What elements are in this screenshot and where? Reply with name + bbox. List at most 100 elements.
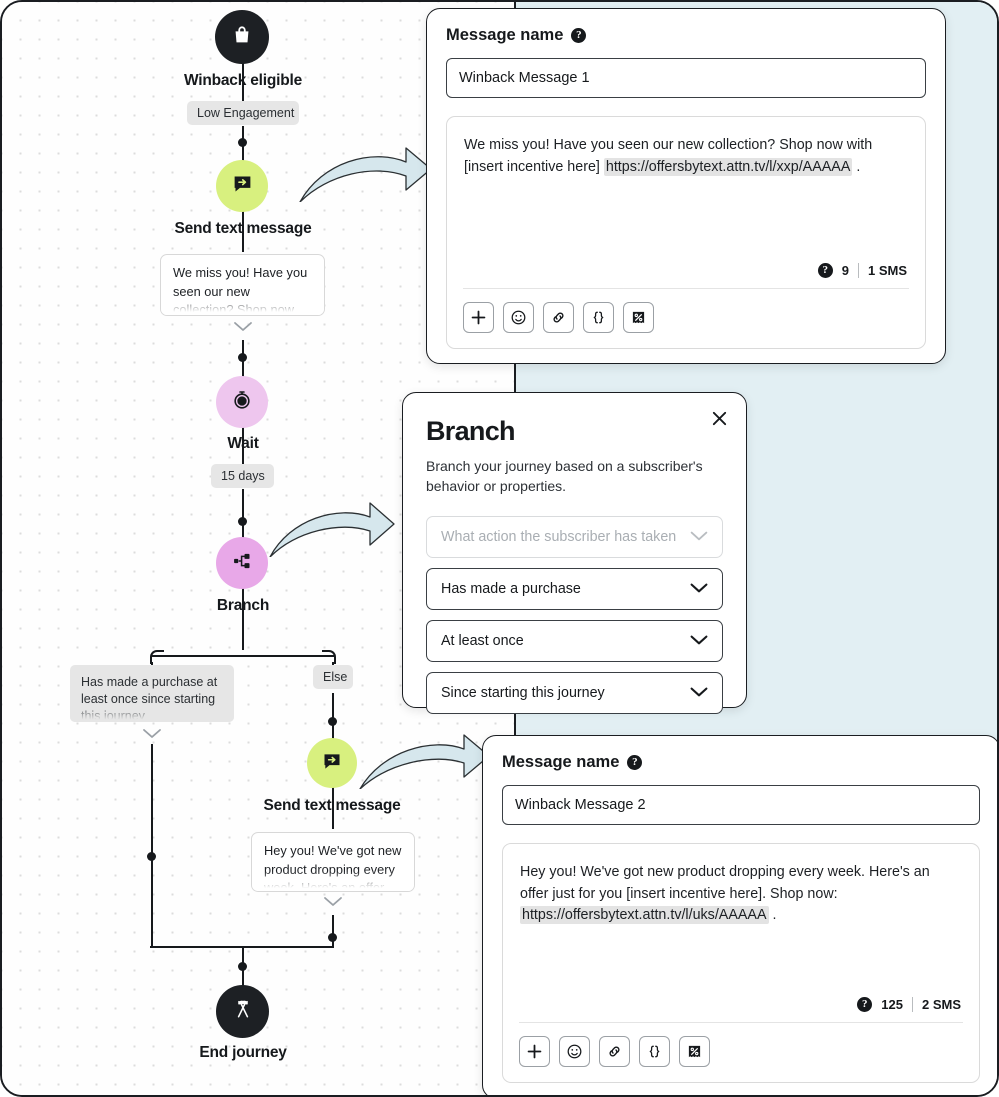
- shopping-bag-icon: [231, 24, 253, 51]
- stopwatch-icon: [232, 390, 252, 415]
- message-1-toolbar: [447, 289, 925, 348]
- chevron-down-icon: [690, 581, 708, 597]
- connector-line: [150, 744, 154, 948]
- connector-dot: [328, 933, 337, 942]
- node-send-text-message-1[interactable]: [216, 160, 268, 212]
- connector-dot: [328, 717, 337, 726]
- connector-dot: [238, 962, 247, 971]
- chevron-down-icon: [690, 633, 708, 649]
- expand-preview-1-chevron-down-icon[interactable]: [233, 321, 253, 332]
- chevron-down-icon: [690, 685, 708, 701]
- message-1-composer: We miss you! Have you seen our new colle…: [446, 116, 926, 349]
- node-send-text-message-2[interactable]: [307, 738, 357, 788]
- connector-dot: [238, 517, 247, 526]
- node-wait[interactable]: [216, 376, 268, 428]
- branch-event-select-value: Has made a purchase: [441, 580, 581, 597]
- chip-branch-else: Else: [313, 665, 353, 689]
- divider: [857, 263, 859, 278]
- close-icon[interactable]: [708, 407, 730, 429]
- chip-wait-duration: 15 days: [211, 464, 274, 488]
- branch-timeframe-select-value: Since starting this journey: [441, 684, 605, 701]
- message-1-name-input[interactable]: [446, 58, 926, 98]
- chip-low-engagement: Low Engagement: [187, 101, 299, 125]
- node-label-winback-eligible: Winback eligible: [183, 72, 303, 89]
- divider: [911, 997, 913, 1012]
- message-2-name-input[interactable]: [502, 785, 980, 825]
- message-preview-1-text: We miss you! Have you seen our new colle…: [173, 265, 308, 316]
- node-winback-eligible[interactable]: [215, 10, 269, 64]
- emoji-icon[interactable]: [559, 1036, 590, 1067]
- personalization-braces-icon[interactable]: [639, 1036, 670, 1067]
- expand-preview-2-chevron-down-icon[interactable]: [323, 896, 343, 907]
- add-icon[interactable]: [463, 302, 494, 333]
- chevron-down-icon: [690, 529, 708, 545]
- message-2-counter: ? 125 2 SMS: [503, 997, 979, 1022]
- message-2-body-url: https://offersbytext.attn.tv/l/uks/AAAAA: [520, 906, 769, 925]
- message-2-panel: Message name ? Hey you! We've got new pr…: [482, 735, 997, 1095]
- message-preview-2-text: Hey you! We've got new product dropping …: [264, 843, 402, 892]
- branch-panel-title: Branch: [426, 416, 516, 446]
- message-1-char-count: 9: [841, 263, 849, 278]
- connector-line: [331, 693, 335, 739]
- message-1-title-row: Message name ?: [446, 26, 926, 45]
- chip-branch-yes-text: Has made a purchase at least once since …: [81, 675, 218, 722]
- message-1-title: Message name: [446, 26, 564, 44]
- message-1-sms-count: 1 SMS: [867, 263, 907, 278]
- link-icon[interactable]: [599, 1036, 630, 1067]
- branch-timeframe-select[interactable]: Since starting this journey: [426, 671, 723, 714]
- message-1-body[interactable]: We miss you! Have you seen our new colle…: [447, 117, 925, 263]
- message-2-toolbar: [503, 1023, 979, 1082]
- branch-frequency-select-value: At least once: [441, 632, 524, 649]
- message-2-body-post: .: [768, 907, 777, 924]
- branch-event-select[interactable]: Has made a purchase: [426, 567, 723, 610]
- personalization-braces-icon[interactable]: [583, 302, 614, 333]
- message-preview-1[interactable]: We miss you! Have you seen our new colle…: [160, 254, 325, 316]
- help-icon[interactable]: ?: [627, 755, 643, 770]
- callout-arrow-message-2: [359, 734, 490, 789]
- callout-arrow-message-1: [299, 147, 432, 202]
- message-preview-2[interactable]: Hey you! We've got new product dropping …: [251, 832, 415, 892]
- message-send-icon: [322, 751, 342, 776]
- node-label-send-text-message-2: Send text message: [263, 797, 401, 814]
- connector-dot: [238, 353, 247, 362]
- message-2-title-row: Message name ?: [502, 753, 980, 772]
- node-label-end-journey: End journey: [199, 1044, 287, 1061]
- message-1-panel: Message name ? We miss you! Have you see…: [426, 8, 946, 364]
- message-2-body[interactable]: Hey you! We've got new product dropping …: [503, 844, 979, 997]
- expand-branch-condition-chevron-down-icon[interactable]: [142, 728, 162, 739]
- branch-panel: Branch Branch your journey based on a su…: [402, 392, 747, 714]
- node-branch[interactable]: [216, 537, 268, 589]
- emoji-icon[interactable]: [503, 302, 534, 333]
- link-icon[interactable]: [543, 302, 574, 333]
- character-count-help-icon[interactable]: ?: [817, 263, 833, 278]
- character-count-help-icon[interactable]: ?: [857, 997, 873, 1012]
- node-end-journey[interactable]: [216, 985, 269, 1038]
- add-icon[interactable]: [519, 1036, 550, 1067]
- message-2-title: Message name: [502, 753, 620, 771]
- message-1-body-post: .: [852, 158, 861, 175]
- message-1-counter: ? 9 1 SMS: [447, 263, 925, 288]
- branch-action-select-value: What action the subscriber has taken: [441, 528, 677, 545]
- branch-panel-description: Branch your journey based on a subscribe…: [426, 458, 703, 495]
- chip-branch-yes-condition: Has made a purchase at least once since …: [70, 665, 234, 722]
- connector-line: [241, 489, 245, 539]
- branch-icon: [232, 551, 252, 576]
- message-send-icon: [232, 173, 253, 199]
- coupon-percent-icon[interactable]: [623, 302, 654, 333]
- message-1-body-url: https://offersbytext.attn.tv/l/xxp/AAAAA: [603, 157, 853, 176]
- message-2-sms-count: 2 SMS: [921, 997, 961, 1012]
- callout-arrow-branch: [269, 502, 395, 557]
- branch-frequency-select[interactable]: At least once: [426, 619, 723, 662]
- branch-action-select[interactable]: What action the subscriber has taken: [426, 515, 723, 558]
- node-label-wait: Wait: [227, 435, 259, 452]
- node-label-branch: Branch: [216, 597, 270, 614]
- message-2-char-count: 125: [881, 997, 903, 1012]
- help-icon[interactable]: ?: [571, 28, 587, 43]
- crossed-flags-icon: [232, 998, 254, 1025]
- connector-line: [331, 915, 335, 948]
- connector-dot: [147, 852, 156, 861]
- journey-builder-screen: Winback eligible Low Engagement Send tex…: [0, 0, 999, 1097]
- coupon-percent-icon[interactable]: [679, 1036, 710, 1067]
- connector-dot: [238, 138, 247, 147]
- message-2-body-pre: Hey you! We've got new product dropping …: [520, 864, 930, 902]
